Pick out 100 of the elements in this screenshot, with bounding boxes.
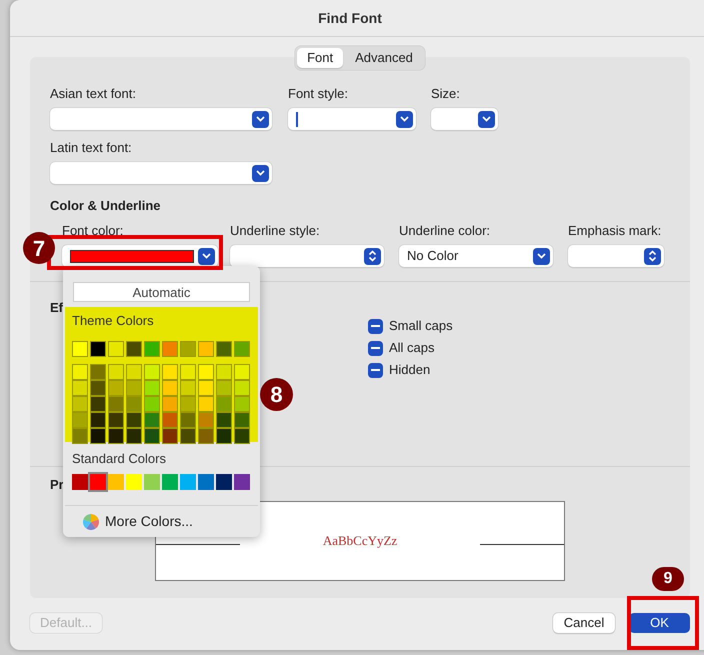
color-swatch[interactable] [90, 428, 106, 444]
color-swatch[interactable] [162, 364, 178, 380]
field-label: Latin text font: [50, 140, 133, 156]
color-swatch[interactable] [162, 474, 178, 490]
color-swatch[interactable] [234, 428, 250, 444]
dropdown[interactable] [431, 108, 498, 130]
color-swatch[interactable] [180, 341, 196, 357]
color-swatch[interactable] [216, 428, 232, 444]
dropdown-value: No Color [407, 247, 458, 266]
color-swatch[interactable] [108, 428, 124, 444]
color-swatch[interactable] [108, 380, 124, 396]
color-swatch[interactable] [72, 412, 88, 428]
color-swatch[interactable] [198, 428, 214, 444]
color-swatch[interactable] [198, 412, 214, 428]
color-swatch[interactable] [72, 428, 88, 444]
cancel-button[interactable]: Cancel [553, 613, 615, 633]
ok-button[interactable]: OK [629, 613, 690, 633]
color-swatch[interactable] [126, 412, 142, 428]
color-swatch[interactable] [126, 380, 142, 396]
automatic-button[interactable]: Automatic [73, 282, 250, 302]
color-swatch[interactable] [144, 364, 160, 380]
color-swatch[interactable] [72, 380, 88, 396]
color-swatch[interactable] [126, 396, 142, 412]
color-swatch[interactable] [90, 412, 106, 428]
color-swatch[interactable] [180, 474, 196, 490]
highlight-frame [627, 596, 699, 650]
color-swatch[interactable] [144, 412, 160, 428]
color-swatch[interactable] [144, 341, 160, 357]
color-swatch[interactable] [108, 364, 124, 380]
color-swatch[interactable] [108, 341, 124, 357]
color-swatch[interactable] [126, 341, 142, 357]
color-swatch[interactable] [108, 396, 124, 412]
dropdown[interactable] [50, 108, 272, 130]
checkbox[interactable] [368, 340, 383, 356]
color-swatch[interactable] [90, 364, 106, 380]
color-swatch[interactable] [90, 341, 106, 357]
color-swatch[interactable] [162, 341, 178, 357]
color-swatch[interactable] [198, 474, 214, 490]
color-swatch[interactable] [216, 396, 232, 412]
checkbox-label: Small caps [389, 318, 453, 334]
color-swatch[interactable] [126, 364, 142, 380]
color-swatch[interactable] [198, 380, 214, 396]
color-swatch[interactable] [216, 380, 232, 396]
tab[interactable]: Advanced [345, 48, 423, 68]
color-swatch[interactable] [234, 412, 250, 428]
stepper-icon [644, 248, 661, 264]
dropdown[interactable] [230, 245, 384, 267]
dropdown[interactable] [288, 108, 416, 130]
chevron-down-icon [252, 110, 269, 128]
checkbox[interactable] [368, 362, 383, 378]
color-swatch[interactable] [90, 474, 106, 490]
color-swatch[interactable] [90, 380, 106, 396]
color-swatch[interactable] [234, 364, 250, 380]
color-swatch[interactable] [180, 396, 196, 412]
color-swatch[interactable] [144, 396, 160, 412]
checkbox[interactable] [368, 318, 383, 334]
dropdown[interactable] [62, 245, 218, 267]
color-swatch[interactable] [180, 428, 196, 444]
color-swatch[interactable] [162, 428, 178, 444]
color-swatch[interactable] [144, 474, 160, 490]
color-swatch[interactable] [234, 380, 250, 396]
color-swatch[interactable] [162, 412, 178, 428]
color-swatch[interactable] [72, 474, 88, 490]
color-swatch[interactable] [198, 364, 214, 380]
more-colors-button[interactable]: More Colors... [83, 511, 258, 532]
color-swatch[interactable] [216, 364, 232, 380]
field-label: Font style: [288, 86, 349, 102]
color-swatch[interactable] [90, 396, 106, 412]
color-swatch[interactable] [180, 364, 196, 380]
color-swatch[interactable] [72, 396, 88, 412]
dropdown[interactable]: No Color [399, 245, 553, 267]
color-swatch[interactable] [126, 474, 142, 490]
stepper-icon [364, 248, 381, 264]
color-swatch[interactable] [162, 396, 178, 412]
color-swatch[interactable] [72, 364, 88, 380]
color-swatch[interactable] [108, 412, 124, 428]
color-swatch[interactable] [180, 412, 196, 428]
color-swatch[interactable] [162, 380, 178, 396]
color-swatch[interactable] [234, 341, 250, 357]
color-swatch[interactable] [108, 474, 124, 490]
color-swatch[interactable] [198, 341, 214, 357]
chevron-down-icon [252, 164, 269, 182]
window-title: Find Font [318, 8, 382, 28]
color-swatch[interactable] [216, 412, 232, 428]
color-swatch[interactable] [144, 428, 160, 444]
color-swatch[interactable] [234, 396, 250, 412]
color-swatch[interactable] [126, 428, 142, 444]
color-swatch[interactable] [72, 341, 88, 357]
color-swatch[interactable] [198, 396, 214, 412]
color-swatch[interactable] [144, 380, 160, 396]
color-swatch[interactable] [216, 341, 232, 357]
color-swatch[interactable] [234, 474, 250, 490]
color-swatch[interactable] [180, 380, 196, 396]
checkbox-label: All caps [389, 340, 435, 356]
section-heading: Color & Underline [50, 198, 162, 214]
dropdown[interactable] [568, 245, 664, 267]
field-label: Emphasis mark: [568, 223, 662, 239]
dropdown[interactable] [50, 162, 272, 184]
tab[interactable]: Font [297, 48, 344, 68]
color-swatch[interactable] [216, 474, 232, 490]
